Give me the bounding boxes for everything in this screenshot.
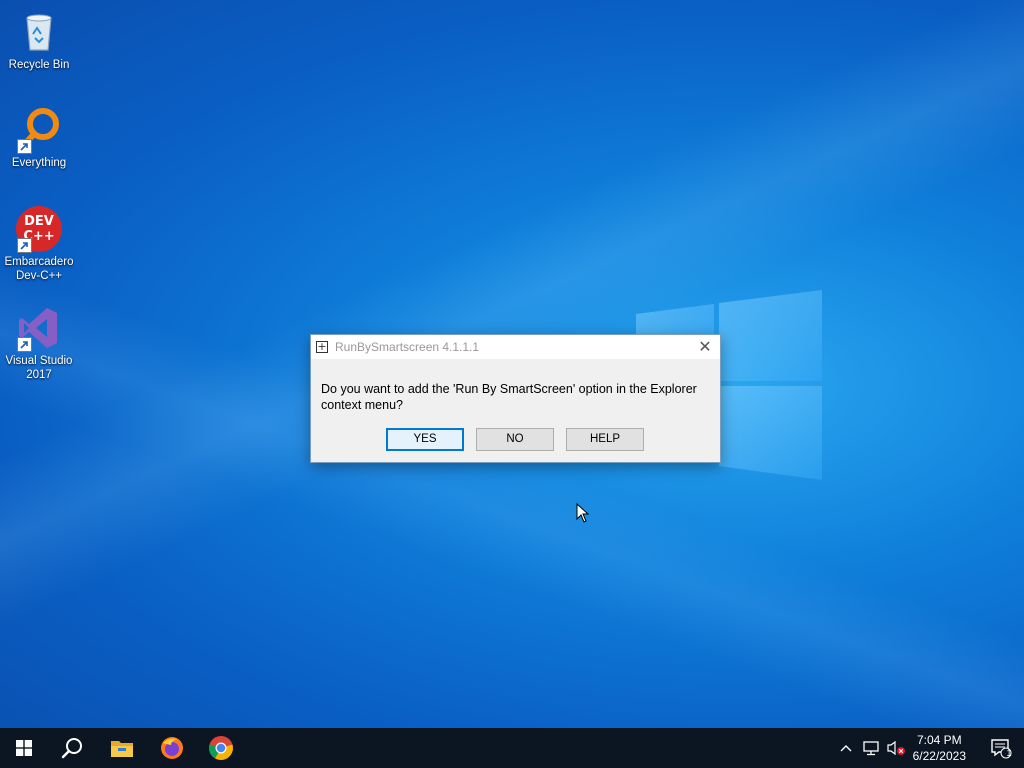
chrome-icon[interactable]	[197, 728, 245, 768]
visual-studio-icon	[15, 304, 63, 352]
shortcut-arrow-icon	[17, 337, 32, 352]
search-icon[interactable]	[48, 728, 96, 768]
desktop-icon-label: Everything	[11, 157, 67, 169]
desktop-icon-devcpp[interactable]: DEV C++ Embarcadero Dev-C++	[0, 205, 78, 283]
dialog-message: Do you want to add the 'Run By SmartScre…	[321, 382, 697, 412]
firefox-icon[interactable]	[148, 728, 196, 768]
desktop-icon-label: Dev-C++	[15, 270, 63, 282]
dialog-title: RunBySmartscreen 4.1.1.1	[335, 340, 480, 354]
chevron-up-icon[interactable]	[836, 728, 856, 768]
app-icon: +	[316, 340, 328, 353]
no-button[interactable]: NO	[476, 428, 554, 451]
everything-search-icon	[15, 106, 63, 154]
help-button[interactable]: HELP	[566, 428, 644, 451]
volume-muted-icon[interactable]	[884, 728, 908, 768]
network-icon[interactable]	[860, 728, 882, 768]
start-icon[interactable]	[0, 728, 48, 768]
run-by-smartscreen-dialog: + RunBySmartscreen 4.1.1.1 ✕ Do you want…	[310, 334, 721, 463]
close-icon[interactable]: ✕	[690, 335, 720, 359]
file-explorer-icon[interactable]	[98, 728, 146, 768]
shortcut-arrow-icon	[17, 238, 32, 253]
desktop-icon-everything[interactable]: Everything	[0, 106, 78, 170]
recycle-bin-icon	[15, 8, 63, 56]
clock-date: 6/22/2023	[912, 749, 966, 763]
devcpp-icon: DEV C++	[15, 205, 63, 253]
dialog-titlebar[interactable]: + RunBySmartscreen 4.1.1.1 ✕	[311, 335, 720, 359]
shortcut-arrow-icon	[17, 139, 32, 154]
mouse-cursor-icon	[576, 502, 590, 523]
desktop-icon-label: Visual Studio	[5, 355, 73, 367]
desktop-icon-label: Embarcadero	[4, 256, 74, 268]
clock-time: 7:04 PM	[916, 733, 962, 747]
desktop-icon-label: 2017	[26, 369, 52, 381]
desktop-icon-recycle-bin[interactable]: Recycle Bin	[0, 8, 78, 72]
desktop-icon-label: Recycle Bin	[8, 59, 70, 71]
notification-count-badge: 1	[1006, 748, 1012, 758]
action-center-icon[interactable]: 1	[978, 728, 1024, 768]
yes-button[interactable]: YES	[386, 428, 464, 451]
desktop-icon-visual-studio[interactable]: Visual Studio 2017	[0, 304, 78, 382]
taskbar-clock[interactable]: 7:04 PM 6/22/2023	[913, 732, 966, 764]
taskbar: 7:04 PM 6/22/2023 1	[0, 728, 1024, 768]
